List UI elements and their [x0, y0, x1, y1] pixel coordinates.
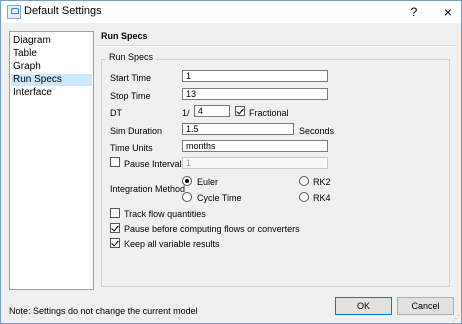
- sidebar-item-run-specs[interactable]: Run Specs: [11, 74, 92, 86]
- help-button[interactable]: ?: [397, 3, 431, 21]
- sim-duration-label: Sim Duration: [110, 126, 163, 136]
- pause-before-checkbox[interactable]: [110, 223, 120, 233]
- cycle-time-radio[interactable]: [182, 192, 192, 202]
- rk4-radio[interactable]: [299, 192, 309, 202]
- pause-interval-checkbox[interactable]: [110, 157, 120, 167]
- cycle-time-label: Cycle Time: [197, 193, 242, 203]
- keep-results-label: Keep all variable results: [124, 239, 220, 249]
- dt-input[interactable]: 4: [194, 105, 230, 117]
- start-time-input[interactable]: 1: [182, 70, 328, 82]
- start-time-label: Start Time: [110, 73, 152, 83]
- checkmark-icon: [111, 223, 119, 232]
- sidebar-item-table[interactable]: Table: [11, 48, 92, 60]
- dt-prefix: 1/: [182, 108, 190, 118]
- track-flow-label: Track flow quantities: [124, 209, 206, 219]
- window-title: Default Settings: [24, 5, 102, 17]
- section-divider: [96, 45, 455, 47]
- settings-sidebar: Diagram Table Graph Run Specs Interface: [9, 31, 94, 290]
- sim-duration-input[interactable]: 1.5: [182, 123, 294, 135]
- checkmark-icon: [111, 238, 119, 247]
- footer-note: Note: Settings do not change the current…: [9, 306, 198, 316]
- pause-interval-label: Pause Interval: [124, 159, 182, 169]
- title-bar: Default Settings ? ×: [1, 1, 461, 23]
- stop-time-input[interactable]: 13: [182, 88, 328, 100]
- integration-method-label: Integration Method: [110, 184, 186, 194]
- pause-interval-input[interactable]: 1: [182, 157, 328, 169]
- resize-grip-icon[interactable]: ⋰: [452, 314, 460, 323]
- section-title: Run Specs: [101, 31, 148, 41]
- ok-button[interactable]: OK: [335, 297, 392, 315]
- rk2-label: RK2: [313, 177, 331, 187]
- euler-label: Euler: [197, 177, 219, 187]
- app-icon: [7, 5, 21, 19]
- keep-results-checkbox[interactable]: [110, 238, 120, 248]
- stop-time-label: Stop Time: [110, 91, 151, 101]
- fractional-checkbox[interactable]: [235, 106, 245, 116]
- settings-window: Default Settings ? × Diagram Table Graph…: [0, 0, 462, 324]
- close-button[interactable]: ×: [431, 3, 462, 21]
- checkmark-icon: [236, 106, 244, 115]
- run-specs-panel: Run Specs Run Specs Start Time 1 Stop Ti…: [96, 27, 455, 291]
- selected-dot-icon: [185, 179, 189, 183]
- time-units-input[interactable]: months: [182, 140, 328, 152]
- group-title: Run Specs: [106, 52, 157, 62]
- euler-radio[interactable]: [182, 176, 192, 186]
- rk2-radio[interactable]: [299, 176, 309, 186]
- time-units-label: Time Units: [110, 143, 153, 153]
- rk4-label: RK4: [313, 193, 331, 203]
- sidebar-item-diagram[interactable]: Diagram: [11, 35, 92, 47]
- sidebar-item-interface[interactable]: Interface: [11, 87, 92, 99]
- cancel-button[interactable]: Cancel: [397, 297, 454, 315]
- pause-before-label: Pause before computing flows or converte…: [124, 224, 300, 234]
- track-flow-checkbox[interactable]: [110, 208, 120, 218]
- dt-label: DT: [110, 108, 122, 118]
- sidebar-item-graph[interactable]: Graph: [11, 61, 92, 73]
- fractional-label: Fractional: [249, 108, 289, 118]
- seconds-label: Seconds: [299, 126, 335, 136]
